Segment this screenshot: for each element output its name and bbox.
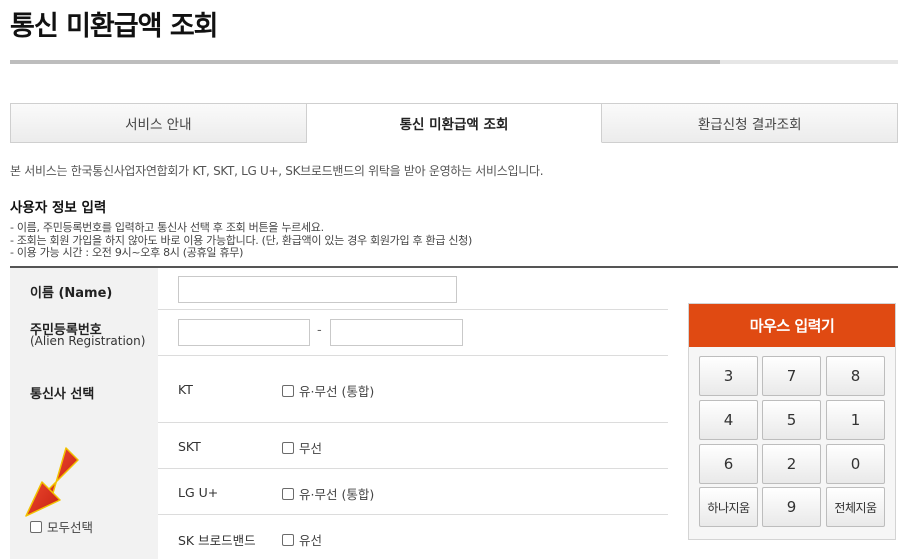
- carrier-select-label: 통신사 선택: [30, 387, 95, 402]
- keypad-key[interactable]: 3: [699, 356, 758, 396]
- carrier-skt-option: 무선: [299, 441, 323, 456]
- progress-bar: [10, 60, 898, 64]
- row-divider: [158, 514, 668, 515]
- keypad-key[interactable]: 6: [699, 444, 758, 484]
- carrier-lgu-checkbox[interactable]: 유·무선 (통합): [282, 484, 374, 503]
- tab-refund-result[interactable]: 환급신청 결과조회: [602, 103, 899, 143]
- keypad-key[interactable]: 4: [699, 400, 758, 440]
- page-title: 통신 미환급액 조회: [10, 11, 219, 42]
- registration-separator: -: [317, 323, 322, 338]
- registration-sublabel: (Alien Registration): [30, 334, 146, 348]
- carrier-skt-checkbox[interactable]: 무선: [282, 438, 322, 457]
- usage-notes: - 이름, 주민등록번호를 입력하고 통신사 선택 후 조회 버튼을 누르세요.…: [10, 221, 472, 260]
- tab-refund-inquiry[interactable]: 통신 미환급액 조회: [306, 103, 603, 143]
- keypad-key[interactable]: 9: [762, 487, 821, 527]
- keypad-key[interactable]: 7: [762, 356, 821, 396]
- tab-service-info[interactable]: 서비스 안내: [10, 103, 307, 143]
- keypad-key[interactable]: 5: [762, 400, 821, 440]
- checkbox-icon[interactable]: [282, 533, 294, 546]
- keypad-delete-all-button[interactable]: 전체지움: [826, 487, 885, 527]
- row-divider: [158, 422, 668, 423]
- keypad-delete-one-button[interactable]: 하나지움: [699, 487, 758, 527]
- keypad-title: 마우스 입력기: [689, 304, 895, 347]
- carrier-skt-name: SKT: [178, 439, 201, 454]
- mouse-keypad: 마우스 입력기 3 7 8 4 5 1 6 2 0 하나지움 9 전체지움: [688, 303, 896, 540]
- keypad-key[interactable]: 2: [762, 444, 821, 484]
- keypad-key[interactable]: 1: [826, 400, 885, 440]
- checkbox-icon[interactable]: [30, 520, 42, 533]
- carrier-skb-option: 유선: [299, 533, 323, 548]
- arrow-pointer-icon: [25, 447, 79, 517]
- name-label: 이름 (Name): [30, 286, 113, 301]
- carrier-lgu-option: 유·무선 (통합): [299, 487, 375, 502]
- service-description: 본 서비스는 한국통신사업자연합회가 KT, SKT, LG U+, SK브로드…: [10, 164, 544, 178]
- keypad-key[interactable]: 8: [826, 356, 885, 396]
- registration-part2-input[interactable]: [330, 319, 463, 346]
- keypad-key[interactable]: 0: [826, 444, 885, 484]
- row-divider: [158, 355, 668, 356]
- row-divider: [158, 309, 668, 310]
- section-title: 사용자 정보 입력: [10, 200, 107, 216]
- row-divider: [158, 468, 668, 469]
- checkbox-icon[interactable]: [282, 441, 294, 454]
- checkbox-icon[interactable]: [282, 384, 294, 397]
- checkbox-icon[interactable]: [282, 487, 294, 500]
- carrier-skb-checkbox[interactable]: 유선: [282, 530, 322, 549]
- carrier-kt-name: KT: [178, 382, 193, 397]
- note-line: - 이름, 주민등록번호를 입력하고 통신사 선택 후 조회 버튼을 누르세요.: [10, 221, 324, 234]
- carrier-lgu-name: LG U+: [178, 485, 219, 500]
- registration-part1-input[interactable]: [178, 319, 310, 346]
- carrier-skb-name: SK 브로드밴드: [178, 533, 256, 548]
- note-line: - 이용 가능 시간 : 오전 9시~오후 8시 (공휴일 휴무): [10, 246, 244, 259]
- carrier-kt-option: 유·무선 (통합): [299, 384, 375, 399]
- name-input[interactable]: [178, 276, 457, 303]
- carrier-kt-checkbox[interactable]: 유·무선 (통합): [282, 381, 374, 400]
- progress-fill: [10, 60, 721, 64]
- tab-bar: 서비스 안내 통신 미환급액 조회 환급신청 결과조회: [10, 103, 899, 143]
